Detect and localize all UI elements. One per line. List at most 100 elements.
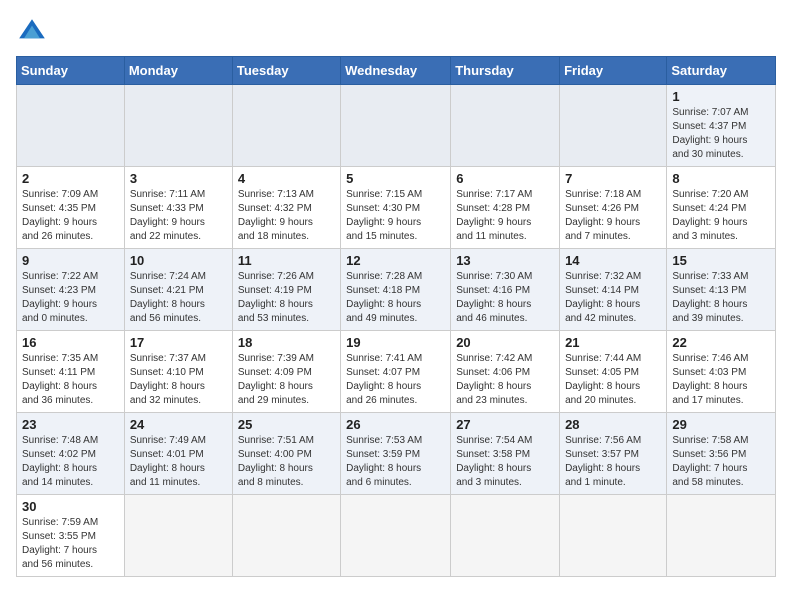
day-info: Sunrise: 7:44 AMSunset: 4:05 PMDaylight:… — [565, 352, 661, 408]
header-thursday: Thursday — [451, 57, 560, 85]
calendar-cell-1-3: 5 Sunrise: 7:15 AMSunset: 4:30 PMDaylight… — [341, 167, 451, 249]
day-info: Sunrise: 7:53 AMSunset: 3:59 PMDaylight:… — [346, 434, 445, 490]
day-info: Sunrise: 7:15 AMSunset: 4:30 PMDaylight:… — [346, 188, 445, 244]
calendar-cell-3-2: 18Sunrise: 7:39 AMSunset: 4:09 PMDayligh… — [232, 331, 340, 413]
calendar-cell-1-6: 8Sunrise: 7:20 AMSunset: 4:24 PMDaylight… — [667, 167, 776, 249]
day-info: Sunrise: 7:54 AMSunset: 3:58 PMDaylight:… — [456, 434, 554, 490]
calendar-cell-3-5: 21Sunrise: 7:44 AMSunset: 4:05 PMDayligh… — [560, 331, 667, 413]
day-number: 15 — [672, 253, 770, 268]
day-number: 30 — [22, 499, 119, 514]
calendar-cell-2-3: 12 Sunrise: 7:28 AMSunset: 4:18 PMDayligh… — [341, 249, 451, 331]
calendar-week-5: 30 Sunrise: 7:59 AMSunset: 3:55 PMDayligh… — [17, 495, 776, 577]
day-info: Sunrise: 7:17 AMSunset: 4:28 PMDaylight:… — [456, 188, 554, 244]
calendar-cell-4-2: 25Sunrise: 7:51 AMSunset: 4:00 PMDayligh… — [232, 413, 340, 495]
day-number: 25 — [238, 417, 335, 432]
day-info: Sunrise: 7:18 AMSunset: 4:26 PMDaylight:… — [565, 188, 661, 244]
page-header — [16, 16, 776, 48]
header-tuesday: Tuesday — [232, 57, 340, 85]
calendar-week-4: 23Sunrise: 7:48 AMSunset: 4:02 PMDayligh… — [17, 413, 776, 495]
day-info: Sunrise: 7:32 AMSunset: 4:14 PMDaylight:… — [565, 270, 661, 326]
day-number: 24 — [130, 417, 227, 432]
day-number: 2 — [22, 171, 119, 186]
calendar-cell-3-0: 16 Sunrise: 7:35 AMSunset: 4:11 PMDayligh… — [17, 331, 125, 413]
calendar-cell-0-3 — [341, 85, 451, 167]
day-info: Sunrise: 7:20 AMSunset: 4:24 PMDaylight:… — [672, 188, 770, 244]
day-number: 29 — [672, 417, 770, 432]
day-info: Sunrise: 7:35 AMSunset: 4:11 PMDaylight:… — [22, 352, 119, 408]
logo-icon — [16, 16, 48, 48]
day-number: 16 — [22, 335, 119, 350]
day-info: Sunrise: 7:33 AMSunset: 4:13 PMDaylight:… — [672, 270, 770, 326]
calendar-week-2: 9 Sunrise: 7:22 AMSunset: 4:23 PMDaylight… — [17, 249, 776, 331]
calendar-cell-4-1: 24 Sunrise: 7:49 AMSunset: 4:01 PMDayligh… — [124, 413, 232, 495]
day-info: Sunrise: 7:41 AMSunset: 4:07 PMDaylight:… — [346, 352, 445, 408]
day-number: 23 — [22, 417, 119, 432]
day-number: 7 — [565, 171, 661, 186]
day-number: 27 — [456, 417, 554, 432]
day-number: 10 — [130, 253, 227, 268]
calendar-cell-5-4 — [451, 495, 560, 577]
day-number: 12 — [346, 253, 445, 268]
day-number: 9 — [22, 253, 119, 268]
logo — [16, 16, 52, 48]
calendar-cell-4-5: 28Sunrise: 7:56 AMSunset: 3:57 PMDayligh… — [560, 413, 667, 495]
calendar-cell-5-1 — [124, 495, 232, 577]
day-info: Sunrise: 7:07 AMSunset: 4:37 PMDaylight:… — [672, 106, 770, 162]
header-friday: Friday — [560, 57, 667, 85]
calendar-header-row: SundayMondayTuesdayWednesdayThursdayFrid… — [17, 57, 776, 85]
day-number: 1 — [672, 89, 770, 104]
calendar-cell-2-1: 10 Sunrise: 7:24 AMSunset: 4:21 PMDayligh… — [124, 249, 232, 331]
day-info: Sunrise: 7:09 AMSunset: 4:35 PMDaylight:… — [22, 188, 119, 244]
day-number: 28 — [565, 417, 661, 432]
day-info: Sunrise: 7:42 AMSunset: 4:06 PMDaylight:… — [456, 352, 554, 408]
calendar-week-1: 2 Sunrise: 7:09 AMSunset: 4:35 PMDaylight… — [17, 167, 776, 249]
calendar-cell-1-1: 3Sunrise: 7:11 AMSunset: 4:33 PMDaylight… — [124, 167, 232, 249]
calendar-cell-0-4 — [451, 85, 560, 167]
day-info: Sunrise: 7:39 AMSunset: 4:09 PMDaylight:… — [238, 352, 335, 408]
calendar-cell-2-4: 13 Sunrise: 7:30 AMSunset: 4:16 PMDayligh… — [451, 249, 560, 331]
calendar-cell-3-3: 19Sunrise: 7:41 AMSunset: 4:07 PMDayligh… — [341, 331, 451, 413]
calendar-cell-4-6: 29 Sunrise: 7:58 AMSunset: 3:56 PMDayligh… — [667, 413, 776, 495]
day-info: Sunrise: 7:22 AMSunset: 4:23 PMDaylight:… — [22, 270, 119, 326]
calendar-cell-0-5 — [560, 85, 667, 167]
day-info: Sunrise: 7:28 AMSunset: 4:18 PMDaylight:… — [346, 270, 445, 326]
day-info: Sunrise: 7:49 AMSunset: 4:01 PMDaylight:… — [130, 434, 227, 490]
calendar-cell-2-2: 11 Sunrise: 7:26 AMSunset: 4:19 PMDayligh… — [232, 249, 340, 331]
day-info: Sunrise: 7:58 AMSunset: 3:56 PMDaylight:… — [672, 434, 770, 490]
day-info: Sunrise: 7:11 AMSunset: 4:33 PMDaylight:… — [130, 188, 227, 244]
day-info: Sunrise: 7:26 AMSunset: 4:19 PMDaylight:… — [238, 270, 335, 326]
day-number: 26 — [346, 417, 445, 432]
day-info: Sunrise: 7:46 AMSunset: 4:03 PMDaylight:… — [672, 352, 770, 408]
day-info: Sunrise: 7:24 AMSunset: 4:21 PMDaylight:… — [130, 270, 227, 326]
day-number: 6 — [456, 171, 554, 186]
calendar-cell-4-0: 23Sunrise: 7:48 AMSunset: 4:02 PMDayligh… — [17, 413, 125, 495]
calendar-cell-1-2: 4Sunrise: 7:13 AMSunset: 4:32 PMDaylight… — [232, 167, 340, 249]
calendar-week-0: 1 Sunrise: 7:07 AMSunset: 4:37 PMDaylight… — [17, 85, 776, 167]
calendar-cell-2-0: 9 Sunrise: 7:22 AMSunset: 4:23 PMDaylight… — [17, 249, 125, 331]
day-number: 5 — [346, 171, 445, 186]
day-info: Sunrise: 7:59 AMSunset: 3:55 PMDaylight:… — [22, 516, 119, 572]
header-monday: Monday — [124, 57, 232, 85]
day-info: Sunrise: 7:30 AMSunset: 4:16 PMDaylight:… — [456, 270, 554, 326]
calendar-cell-5-5 — [560, 495, 667, 577]
calendar-cell-0-2 — [232, 85, 340, 167]
calendar-cell-3-1: 17Sunrise: 7:37 AMSunset: 4:10 PMDayligh… — [124, 331, 232, 413]
day-info: Sunrise: 7:37 AMSunset: 4:10 PMDaylight:… — [130, 352, 227, 408]
day-number: 13 — [456, 253, 554, 268]
calendar-cell-4-4: 27 Sunrise: 7:54 AMSunset: 3:58 PMDayligh… — [451, 413, 560, 495]
calendar: SundayMondayTuesdayWednesdayThursdayFrid… — [16, 56, 776, 577]
calendar-cell-2-6: 15 Sunrise: 7:33 AMSunset: 4:13 PMDayligh… — [667, 249, 776, 331]
header-wednesday: Wednesday — [341, 57, 451, 85]
day-number: 20 — [456, 335, 554, 350]
calendar-cell-0-1 — [124, 85, 232, 167]
header-saturday: Saturday — [667, 57, 776, 85]
day-number: 11 — [238, 253, 335, 268]
calendar-cell-2-5: 14Sunrise: 7:32 AMSunset: 4:14 PMDayligh… — [560, 249, 667, 331]
day-number: 22 — [672, 335, 770, 350]
calendar-cell-1-5: 7 Sunrise: 7:18 AMSunset: 4:26 PMDaylight… — [560, 167, 667, 249]
calendar-week-3: 16 Sunrise: 7:35 AMSunset: 4:11 PMDayligh… — [17, 331, 776, 413]
calendar-cell-1-4: 6 Sunrise: 7:17 AMSunset: 4:28 PMDaylight… — [451, 167, 560, 249]
calendar-cell-0-6: 1 Sunrise: 7:07 AMSunset: 4:37 PMDaylight… — [667, 85, 776, 167]
day-number: 4 — [238, 171, 335, 186]
calendar-cell-0-0 — [17, 85, 125, 167]
